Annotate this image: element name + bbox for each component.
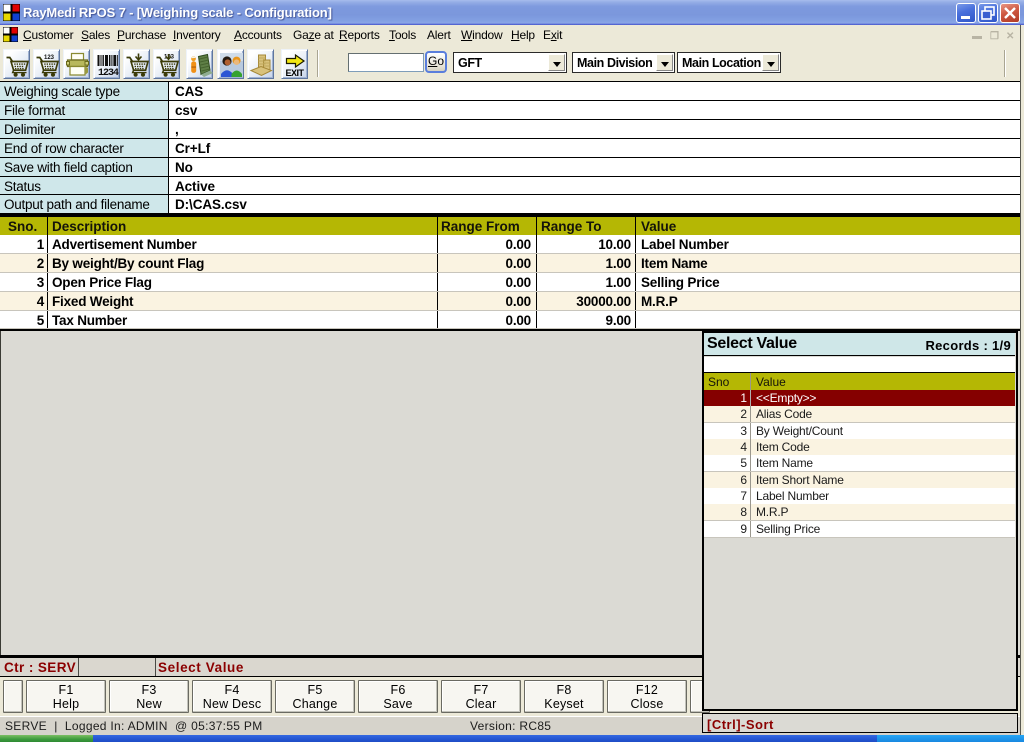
svg-text:1234: 1234 <box>98 68 119 78</box>
svg-text:EXIT: EXIT <box>286 68 305 78</box>
svg-text:123: 123 <box>44 55 55 61</box>
